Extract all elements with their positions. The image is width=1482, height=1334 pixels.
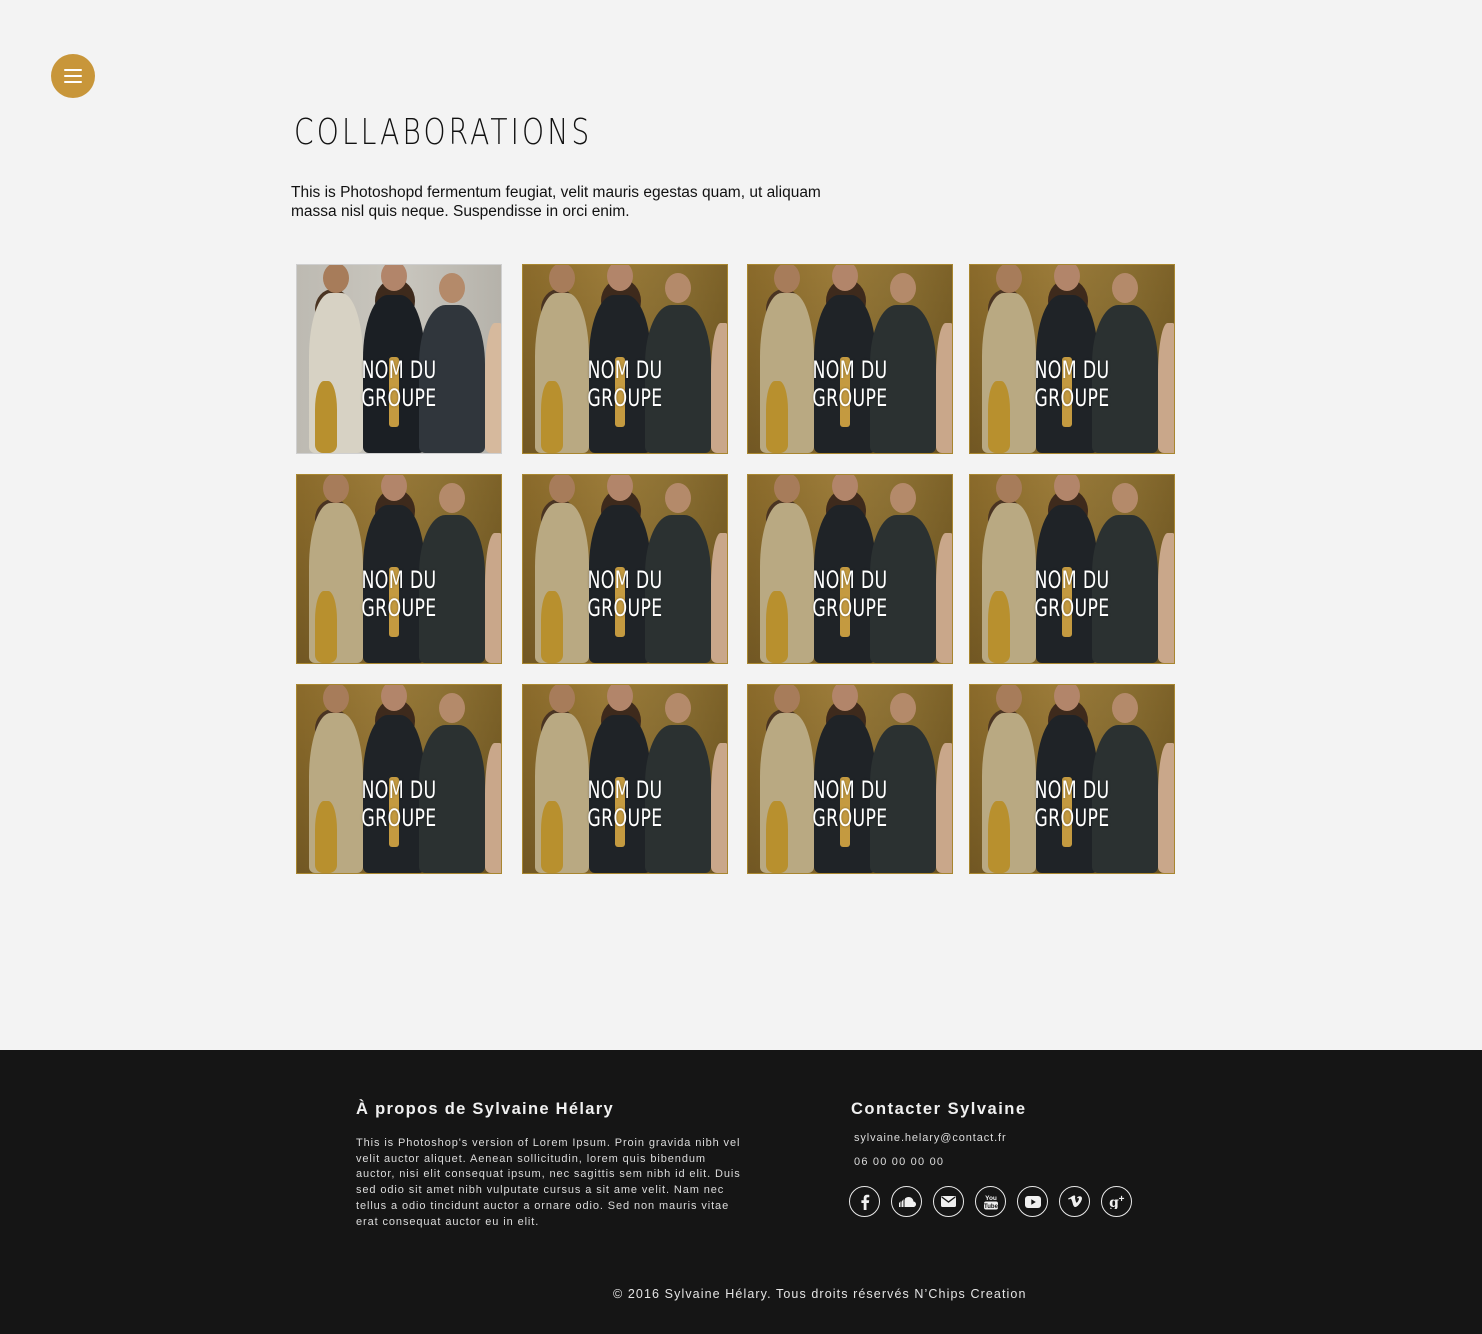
vimeo-icon[interactable] [1059,1186,1090,1217]
soundcloud-icon[interactable] [891,1186,922,1217]
contact-email-link[interactable]: sylvaine.helary@contact.fr [854,1132,1007,1144]
photo-shape [1112,693,1138,723]
photo-shape [1158,533,1174,663]
group-name: NOM DU GROUPE [361,566,437,622]
photo-shape [774,475,800,503]
menu-line [64,75,82,77]
menu-line [64,81,82,83]
facebook-icon[interactable] [849,1186,880,1217]
photo-shape [549,265,575,293]
photo-shape [1158,743,1174,873]
photo-shape [485,323,501,453]
group-name: NOM DU GROUPE [361,776,437,832]
group-name: NOM DU GROUPE [812,776,888,832]
photo-shape [774,265,800,293]
about-title: À propos de Sylvaine Hélary [356,1100,614,1118]
photo-shape [936,323,952,453]
group-card[interactable]: NOM DU GROUPE [296,264,502,454]
photo-shape [665,483,691,513]
contact-phone: 06 00 00 00 00 [854,1156,945,1168]
photo-shape [323,265,349,293]
youtube-play-icon[interactable] [1017,1186,1048,1217]
social-links: You Tube g + [849,1186,1132,1217]
svg-text:+: + [1118,1194,1124,1205]
photo-shape [485,533,501,663]
photo-shape [485,743,501,873]
group-card[interactable]: NOM DU GROUPE [969,474,1175,664]
photo-shape [665,273,691,303]
photo-shape [1112,273,1138,303]
photo-shape [439,483,465,513]
photo-shape [1112,483,1138,513]
contact-title: Contacter Sylvaine [851,1100,1027,1118]
group-name: NOM DU GROUPE [587,776,663,832]
photo-shape [711,323,727,453]
group-name: NOM DU GROUPE [587,356,663,412]
hamburger-menu-icon[interactable] [51,54,95,98]
photo-shape [890,693,916,723]
photo-shape [549,475,575,503]
photo-shape [996,475,1022,503]
about-text: This is Photoshop's version of Lorem Ips… [356,1137,741,1228]
group-name: NOM DU GROUPE [1034,356,1110,412]
group-card[interactable]: NOM DU GROUPE [969,264,1175,454]
footer: À propos de Sylvaine Hélary This is Phot… [0,1050,1482,1334]
copyright: © 2016 Sylvaine Hélary. Tous droits rése… [613,1287,1027,1301]
photo-shape [711,743,727,873]
google-plus-icon[interactable]: g + [1101,1186,1132,1217]
email-icon[interactable] [933,1186,964,1217]
group-card[interactable]: NOM DU GROUPE [747,684,953,874]
group-name: NOM DU GROUPE [1034,776,1110,832]
photo-shape [439,693,465,723]
group-card[interactable]: NOM DU GROUPE [296,684,502,874]
group-card[interactable]: NOM DU GROUPE [747,264,953,454]
photo-shape [774,685,800,713]
photo-shape [711,533,727,663]
group-card[interactable]: NOM DU GROUPE [747,474,953,664]
group-card[interactable]: NOM DU GROUPE [522,264,728,454]
photo-shape [936,743,952,873]
photo-shape [665,693,691,723]
page-title: COLLABORATIONS [294,112,593,153]
svg-text:You: You [985,1195,997,1202]
photo-shape [890,483,916,513]
photo-shape [323,475,349,503]
photo-shape [549,685,575,713]
menu-line [64,69,82,71]
photo-shape [996,685,1022,713]
group-card[interactable]: NOM DU GROUPE [296,474,502,664]
group-name: NOM DU GROUPE [587,566,663,622]
group-card[interactable]: NOM DU GROUPE [522,474,728,664]
photo-shape [439,273,465,303]
photo-shape [890,273,916,303]
intro-text: This is Photoshopd fermentum feugiat, ve… [291,184,821,220]
group-name: NOM DU GROUPE [1034,566,1110,622]
group-card[interactable]: NOM DU GROUPE [522,684,728,874]
group-name: NOM DU GROUPE [812,566,888,622]
photo-shape [936,533,952,663]
youtube-logo-icon[interactable]: You Tube [975,1186,1006,1217]
photo-shape [1158,323,1174,453]
svg-text:Tube: Tube [984,1204,999,1210]
photo-shape [323,685,349,713]
group-card[interactable]: NOM DU GROUPE [969,684,1175,874]
group-name: NOM DU GROUPE [361,356,437,412]
group-name: NOM DU GROUPE [812,356,888,412]
photo-shape [996,265,1022,293]
